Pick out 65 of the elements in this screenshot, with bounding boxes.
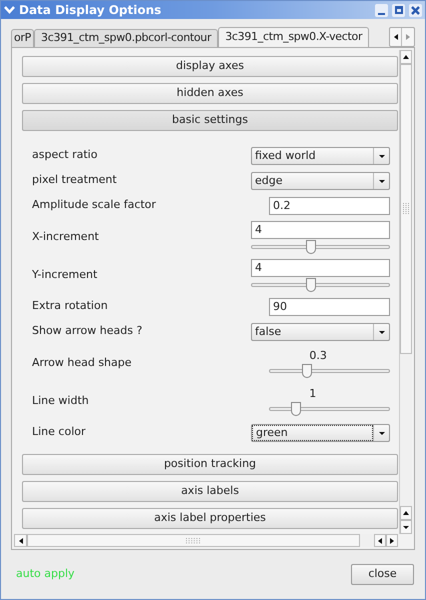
expanded-section-button[interactable]: basic settings [22,110,398,131]
text-field[interactable]: 4 [251,220,390,238]
slider-value: 1 [309,386,316,402]
slider-handle[interactable] [306,240,316,254]
dropdown[interactable]: false [251,322,390,340]
maximize-button[interactable] [392,4,405,16]
setting-label: aspect ratio [32,147,98,164]
slider-track[interactable] [251,278,390,292]
auto-apply-label: auto apply [16,566,75,582]
setting-label: Line width [32,392,89,409]
dropdown-value: edge [254,174,284,188]
tab[interactable]: orP [11,29,34,47]
slider-track[interactable] [251,240,390,254]
dropdown[interactable]: edge [251,172,390,190]
setting-label: Y-increment [32,266,98,283]
slider-handle[interactable] [302,364,312,378]
scroll-left-button[interactable] [374,534,386,547]
setting-label: pixel treatment [32,172,117,188]
text-field[interactable]: 0.2 [269,196,390,214]
setting-label: Amplitude scale factor [32,197,156,214]
dropdown-value: green [253,426,372,440]
arrow-right-icon [404,33,412,41]
arrow-right-icon [388,536,396,544]
text-field[interactable]: 4 [251,258,390,276]
scroll-down-button[interactable] [400,520,412,534]
setting-label: Line color [32,424,86,440]
window-menu-icon[interactable] [4,6,15,14]
close-icon [411,6,420,14]
setting-label: Show arrow heads ? [32,323,142,340]
section-button[interactable]: axis label properties [22,508,398,529]
dropdown-value: false [254,324,282,338]
slider-handle[interactable] [306,278,316,292]
setting-label: X-increment [32,228,99,245]
vertical-scrollbar[interactable] [399,50,412,534]
section-button[interactable]: hidden axes [22,83,398,104]
dropdown[interactable]: green [251,424,390,442]
slider-track[interactable] [269,402,390,416]
arrow-left-icon [16,536,24,544]
scroll-right-button[interactable] [386,534,398,547]
caret-icon [402,523,410,531]
slider-handle[interactable] [290,402,301,416]
arrow-left-icon [392,33,400,41]
setting-label: Extra rotation [32,298,108,314]
section-button[interactable]: display axes [22,56,398,77]
tab[interactable]: 3c391_ctm_spw0.pbcorl-contour [34,29,218,47]
dropdown-value: fixed world [254,148,317,162]
arrow-up-icon [402,509,410,517]
arrow-up-icon [402,53,410,61]
section-button[interactable]: position tracking [22,454,398,475]
minimize-button[interactable] [375,4,388,16]
arrow-left-icon [376,536,384,544]
slider-value: 0.3 [309,348,327,364]
scroll-up-button[interactable] [400,50,412,64]
scroll-up-button[interactable] [400,506,412,520]
tab[interactable]: 3c391_ctm_spw0.X-vector [218,27,370,47]
text-field[interactable]: 90 [269,298,390,316]
close-window-button[interactable] [409,4,422,16]
close-button[interactable]: close [351,564,414,585]
scroll-left-button[interactable] [14,534,27,547]
scrollbar-thumb[interactable] [400,64,412,354]
slider-track[interactable] [269,364,390,378]
window-title: Data Display Options [19,2,162,19]
section-button[interactable]: axis labels [22,481,398,502]
setting-label: Arrow head shape [32,354,132,371]
dropdown[interactable]: fixed world [251,146,390,164]
